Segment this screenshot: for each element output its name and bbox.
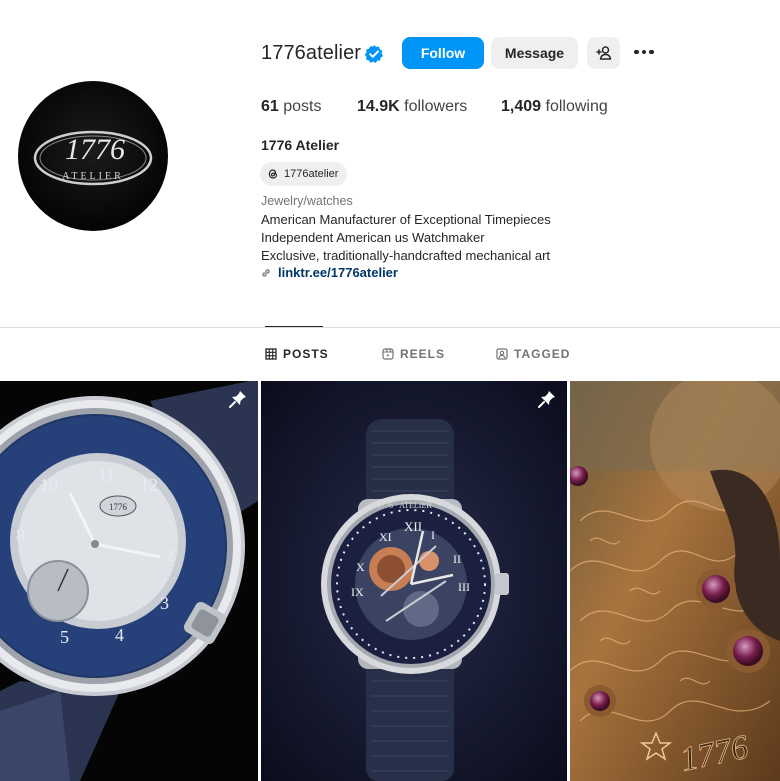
svg-text:4: 4 — [115, 625, 124, 645]
post-image-engraved-movement: 1776 — [570, 381, 780, 781]
profile-category: Jewelry/watches — [261, 194, 353, 208]
svg-text:1776: 1776 — [109, 502, 128, 512]
svg-text:ATELIER: ATELIER — [62, 171, 124, 182]
pinned-icon — [538, 391, 555, 408]
tab-tagged[interactable]: TAGGED — [496, 347, 570, 361]
message-button[interactable]: Message — [491, 37, 578, 69]
svg-text:2: 2 — [165, 545, 174, 565]
svg-text:8: 8 — [16, 525, 25, 545]
tab-tagged-label: TAGGED — [514, 347, 571, 361]
profile-username: 1776atelier — [261, 42, 362, 64]
svg-text:12: 12 — [140, 475, 158, 495]
verified-badge-icon — [364, 45, 383, 63]
post-thumbnail-2[interactable]: XII XI X IX I II III 1776 · ATELIER — [261, 381, 567, 781]
brand-logo: 1776 ATELIER — [33, 130, 153, 186]
post-image-skeleton-watch: XII XI X IX I II III 1776 · ATELIER — [261, 381, 567, 781]
person-add-icon — [595, 46, 611, 60]
following-count-label: following — [545, 98, 608, 115]
follow-button[interactable]: Follow — [402, 37, 484, 69]
link-icon — [262, 268, 270, 277]
threads-icon — [268, 169, 278, 179]
profile-avatar[interactable]: 1776 ATELIER — [18, 81, 168, 231]
svg-text:XII: XII — [404, 519, 422, 534]
tab-posts-label: POSTS — [283, 347, 329, 361]
svg-text:1776: 1776 — [65, 133, 125, 166]
svg-text:5: 5 — [60, 627, 69, 647]
profile-link[interactable]: linktr.ee/1776atelier — [260, 265, 398, 280]
bio-line-3: Exclusive, traditionally-handcrafted mec… — [261, 248, 551, 263]
following-count-value: 1,409 — [501, 98, 542, 115]
post-thumbnail-1[interactable]: 1776 11 12 8 2 3 4 5 10 — [0, 381, 258, 781]
more-options-icon[interactable] — [630, 42, 658, 62]
svg-text:III: III — [458, 580, 470, 594]
svg-text:3: 3 — [160, 593, 169, 613]
post-image-blue-dial-watch: 1776 11 12 8 2 3 4 5 10 — [0, 381, 258, 781]
grid-icon — [265, 348, 277, 360]
following-count[interactable]: 1,409 following — [501, 98, 608, 116]
tagged-icon — [496, 348, 508, 360]
post-thumbnail-3[interactable]: 1776 — [570, 381, 780, 781]
section-divider — [0, 327, 780, 328]
svg-text:10: 10 — [40, 475, 58, 495]
followers-count[interactable]: 14.9K followers — [357, 98, 467, 116]
tab-reels[interactable]: REELS — [382, 347, 445, 361]
followers-count-value: 14.9K — [357, 98, 400, 115]
svg-text:II: II — [453, 552, 461, 566]
tab-posts[interactable]: POSTS — [265, 347, 329, 361]
svg-text:X: X — [356, 560, 365, 574]
reels-icon — [382, 348, 394, 360]
bio-line-2: Independent American us Watchmaker — [261, 230, 485, 245]
threads-badge[interactable]: 1776atelier — [260, 162, 348, 186]
posts-count-value: 61 — [261, 98, 279, 115]
posts-count: 61 posts — [261, 98, 322, 116]
profile-full-name: 1776 Atelier — [261, 137, 340, 153]
svg-text:1776 · ATELIER: 1776 · ATELIER — [377, 501, 432, 510]
svg-text:IX: IX — [351, 585, 364, 599]
threads-handle: 1776atelier — [284, 168, 339, 180]
followers-count-label: followers — [404, 98, 468, 115]
pinned-icon — [229, 391, 246, 408]
svg-text:11: 11 — [98, 465, 115, 485]
tab-reels-label: REELS — [400, 347, 446, 361]
posts-count-label: posts — [283, 98, 322, 115]
active-tab-indicator — [265, 326, 323, 327]
svg-text:I: I — [431, 528, 435, 542]
suggested-users-button[interactable] — [587, 37, 620, 69]
svg-text:XI: XI — [379, 530, 392, 544]
profile-link-text: linktr.ee/1776atelier — [278, 265, 398, 280]
bio-line-1: American Manufacturer of Exceptional Tim… — [261, 212, 551, 227]
